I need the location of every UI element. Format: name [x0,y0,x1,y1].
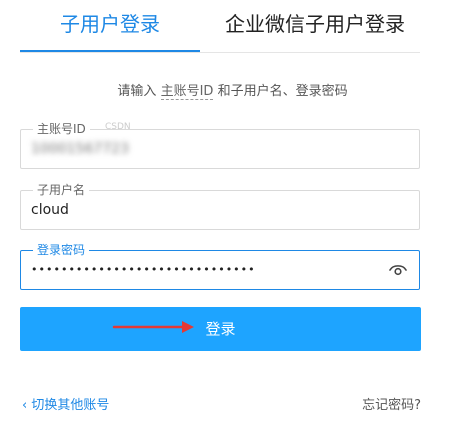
hint-main-account-term[interactable]: 主账号ID [160,84,214,100]
login-hint: 请输入 主账号ID 和子用户名、登录密码 [0,80,465,100]
eye-icon[interactable] [389,263,407,277]
main-account-value: 10001567723 [31,141,129,157]
password-value: •••••••••••••••••••••••••••••• [31,263,256,276]
switch-account-link[interactable]: ‹ 切换其他账号 [22,394,109,413]
chevron-left-icon: ‹ [22,398,28,413]
forgot-password-link[interactable]: 忘记密码? [362,394,421,413]
username-field[interactable]: 子用户名 cloud [20,182,420,230]
tab-enterprise-wechat-login[interactable]: 企业微信子用户登录 [210,0,420,50]
login-tabs: 子用户登录 企业微信子用户登录 [20,0,420,53]
login-button[interactable]: 登录 [20,307,421,351]
annotation-arrow-icon [112,321,194,333]
hint-suffix: 和子用户名、登录密码 [217,84,348,99]
hint-prefix: 请输入 [117,84,157,99]
main-account-field[interactable]: 主账号ID CSDN 10001567723 [20,121,420,169]
password-field[interactable]: 登录密码 •••••••••••••••••••••••••••••• [20,242,420,290]
username-value: cloud [31,202,69,218]
tab-sub-user-login[interactable]: 子用户登录 [20,0,200,52]
switch-account-label: 切换其他账号 [31,398,110,413]
